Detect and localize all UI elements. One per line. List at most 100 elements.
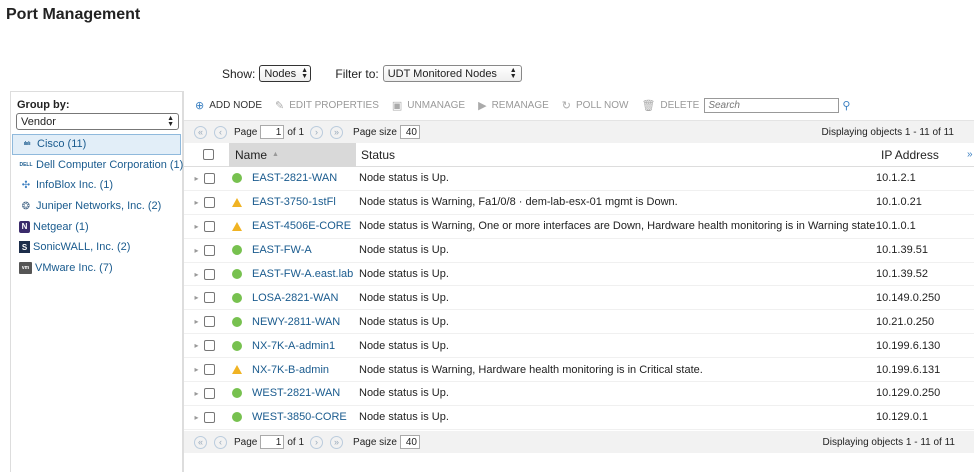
row-checkbox[interactable]	[204, 172, 215, 184]
select-all-checkbox[interactable]	[202, 149, 214, 160]
table-row[interactable]: ▸ WEST-3850-CORE Node status is Up. 10.129.…	[184, 406, 974, 430]
expand-row-icon[interactable]: ▸	[184, 341, 199, 350]
expand-row-icon[interactable]: ▸	[184, 365, 199, 374]
row-checkbox[interactable]	[204, 292, 215, 304]
node-status: Node status is Up.	[359, 315, 449, 328]
column-header-name-label: Name	[235, 147, 268, 162]
column-header-status[interactable]: Status	[356, 148, 875, 162]
row-checkbox[interactable]	[204, 268, 215, 280]
row-checkbox[interactable]	[204, 340, 215, 352]
node-name-cell: NEWY-2811-WAN	[232, 316, 351, 328]
page-number-input[interactable]: 1	[260, 125, 285, 139]
node-link[interactable]: WEST-2821-WAN	[252, 387, 340, 399]
column-header-ip[interactable]: IP Address	[875, 148, 955, 162]
show-select[interactable]: Nodes ▲ ▼	[259, 65, 312, 82]
row-checkbox[interactable]	[204, 244, 215, 256]
row-checkbox[interactable]	[204, 220, 215, 232]
table-row[interactable]: ▸ LOSA-2821-WAN Node status is Up. 10.149.0…	[184, 286, 974, 311]
table-row[interactable]: ▸ NX-7K-A-admin1 Node status is Up. 10.199.…	[184, 334, 974, 359]
node-link[interactable]: EAST-4506E-CORE	[252, 220, 351, 232]
expand-row-icon[interactable]: ▸	[184, 413, 199, 422]
node-name-cell: NX-7K-A-admin1	[232, 340, 351, 352]
group-item-cisco[interactable]: ılıılı Cisco (11)	[12, 134, 181, 155]
table-row[interactable]: ▸ WEST-2821-WAN Node status is Up. 10.129.0…	[184, 382, 974, 406]
row-checkbox[interactable]	[204, 387, 215, 399]
unmanage-icon: ▣	[391, 100, 403, 112]
top-filters: Show: Nodes ▲ ▼ Filter to: UDT Monitored …	[222, 65, 522, 82]
remanage-button[interactable]: ▶ REMANAGE	[478, 99, 549, 112]
node-link[interactable]: EAST-FW-A.east.lab	[252, 268, 353, 280]
poll-now-button[interactable]: ↻ POLL NOW	[562, 99, 629, 112]
table-row[interactable]: ▸ NEWY-2811-WAN Node status is Up. 10.21.0.…	[184, 310, 974, 335]
search-input[interactable]: Search	[704, 98, 840, 113]
page-size-input[interactable]: 40	[399, 125, 420, 139]
node-ip: 10.129.0.1	[876, 411, 928, 424]
delete-button[interactable]: 🗑 DELETE	[641, 99, 699, 112]
node-link[interactable]: WEST-3850-CORE	[252, 411, 347, 423]
more-columns-icon[interactable]: »	[967, 149, 973, 160]
group-item-infoblox[interactable]: ✣ InfoBlox Inc. (1)	[11, 175, 182, 196]
expand-row-icon[interactable]: ▸	[184, 270, 199, 279]
next-page-icon[interactable]: ›	[310, 125, 324, 139]
prev-page-icon[interactable]: ‹	[214, 125, 227, 139]
table-row[interactable]: ▸ EAST-FW-A.east.lab Node status is Up. 10.…	[184, 263, 974, 287]
expand-row-icon[interactable]: ▸	[184, 317, 199, 326]
unmanage-button[interactable]: ▣ UNMANAGE	[392, 99, 465, 112]
group-item-label: SonicWALL, Inc. (2)	[33, 241, 131, 254]
first-page-icon[interactable]: «	[194, 435, 207, 449]
row-checkbox[interactable]	[204, 364, 215, 376]
group-item-sonicwall[interactable]: S SonicWALL, Inc. (2)	[11, 237, 182, 258]
node-ip: 10.1.0.21	[876, 196, 922, 209]
last-page-icon[interactable]: »	[330, 125, 344, 139]
node-link[interactable]: EAST-FW-A	[252, 244, 312, 256]
node-link[interactable]: EAST-2821-WAN	[252, 172, 337, 184]
expand-row-icon[interactable]: ▸	[184, 293, 199, 302]
table-row[interactable]: ▸ NX-7K-B-admin Node status is Warning, Ha…	[184, 358, 974, 383]
edit-properties-button[interactable]: ✎ EDIT PROPERTIES	[275, 99, 379, 112]
expand-row-icon[interactable]: ▸	[184, 198, 199, 207]
group-item-netgear[interactable]: N Netgear (1)	[11, 216, 182, 237]
table-row[interactable]: ▸ EAST-2821-WAN Node status is Up. 10.1.2.1	[184, 167, 974, 191]
group-item-vmware[interactable]: vm VMware Inc. (7)	[11, 258, 182, 279]
select-arrows-icon: ▲ ▼	[509, 66, 517, 80]
table-row[interactable]: ▸ EAST-3750-1stFl Node status is Warning, …	[184, 191, 974, 215]
table-row[interactable]: ▸ EAST-FW-A Node status is Up. 10.1.39.51	[184, 239, 974, 263]
status-up-icon	[232, 292, 242, 303]
expand-row-icon[interactable]: ▸	[184, 246, 199, 255]
page-number-input[interactable]: 1	[260, 435, 285, 449]
node-link[interactable]: EAST-3750-1stFl	[252, 196, 336, 208]
row-checkbox[interactable]	[204, 316, 215, 328]
group-item-juniper[interactable]: ❂ Juniper Networks, Inc. (2)	[11, 196, 182, 217]
node-status: Node status is Warning, Hardware health …	[359, 363, 703, 376]
node-link[interactable]: NX-7K-B-admin	[252, 364, 329, 376]
status-up-icon	[232, 245, 242, 256]
row-checkbox-cell	[199, 411, 220, 423]
expand-row-icon[interactable]: ▸	[184, 174, 199, 183]
filter-select[interactable]: UDT Monitored Nodes ▲ ▼	[382, 65, 522, 82]
page-label: Page	[234, 436, 258, 448]
prev-page-icon[interactable]: ‹	[214, 435, 227, 449]
first-page-icon[interactable]: «	[194, 125, 207, 139]
page-of-label: of 1	[287, 126, 305, 138]
group-by-select[interactable]: Vendor ▲ ▼	[16, 113, 179, 130]
row-checkbox-cell	[199, 387, 220, 399]
row-checkbox[interactable]	[204, 411, 215, 423]
edit-properties-label: EDIT PROPERTIES	[289, 100, 379, 111]
select-arrows-icon: ▲ ▼	[167, 114, 174, 128]
group-item-dell[interactable]: DELL Dell Computer Corporation (1)	[11, 155, 183, 176]
row-checkbox[interactable]	[204, 196, 215, 208]
search-icon[interactable]: ⚲	[842, 99, 850, 112]
node-link[interactable]: LOSA-2821-WAN	[252, 292, 338, 304]
add-node-button[interactable]: ⊕ ADD NODE	[195, 99, 262, 112]
next-page-icon[interactable]: ›	[310, 435, 324, 449]
node-link[interactable]: NX-7K-A-admin1	[252, 340, 335, 352]
table-row[interactable]: ▸ EAST-4506E-CORE Node status is Warning, …	[184, 215, 974, 239]
page-size-input[interactable]: 40	[399, 435, 420, 449]
node-link[interactable]: NEWY-2811-WAN	[252, 316, 340, 328]
last-page-icon[interactable]: »	[330, 435, 344, 449]
row-checkbox-cell	[199, 196, 220, 208]
column-header-name[interactable]: Name ▲	[229, 142, 356, 167]
expand-row-icon[interactable]: ▸	[184, 389, 199, 398]
expand-row-icon[interactable]: ▸	[184, 222, 199, 231]
vmware-logo-icon: vm	[19, 261, 32, 274]
